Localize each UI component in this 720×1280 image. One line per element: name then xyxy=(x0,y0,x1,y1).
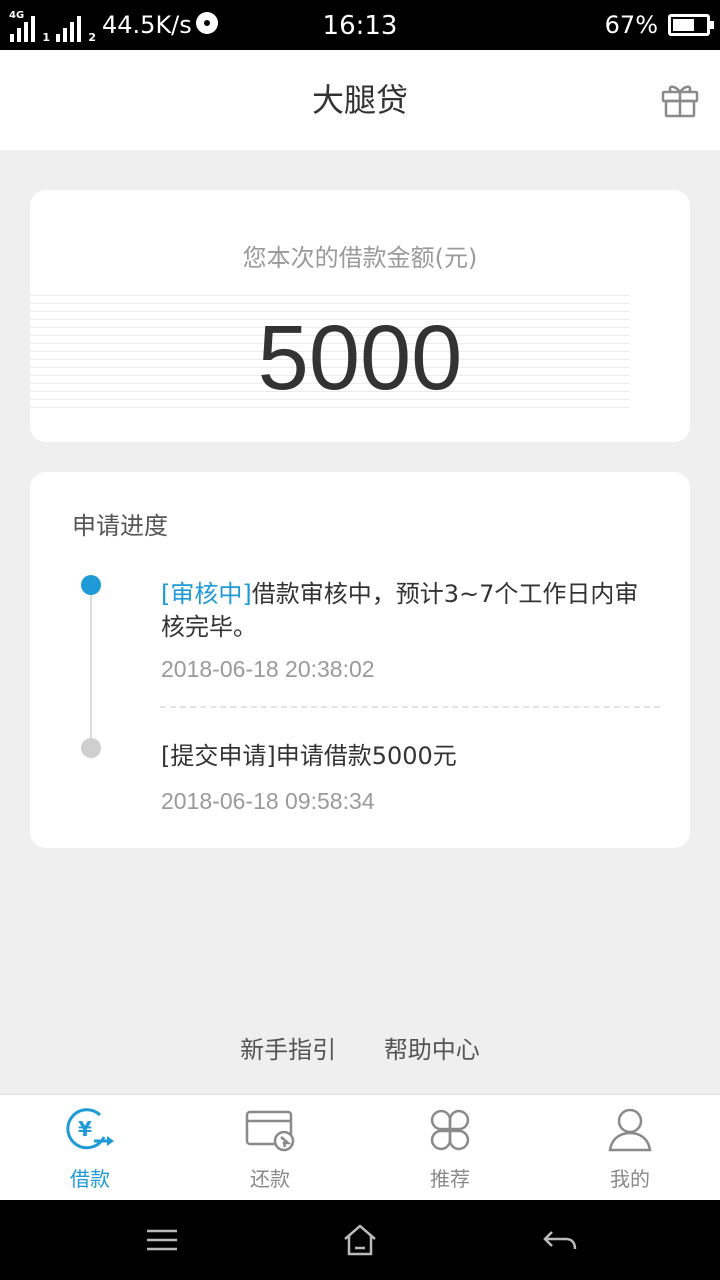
status-bar: 4G 1 2 44.5K/s 16:13 67% xyxy=(0,0,720,50)
tab-label: 我的 xyxy=(610,1167,650,1191)
menu-icon[interactable] xyxy=(144,1222,180,1258)
step-timestamp: 2018-06-18 20:38:02 xyxy=(161,656,375,682)
timeline-dot-done xyxy=(81,738,101,758)
four-circles-icon xyxy=(424,1107,476,1153)
back-icon[interactable] xyxy=(542,1222,578,1258)
tab-label: 借款 xyxy=(70,1167,110,1191)
step-description: 申请借款5000元 xyxy=(275,742,457,770)
loan-amount-value: 5000 xyxy=(257,307,463,409)
home-icon[interactable] xyxy=(342,1222,378,1258)
tab-repay[interactable]: 还款 xyxy=(180,1095,360,1200)
progress-step-submit: [提交申请]申请借款5000元 xyxy=(161,740,661,773)
timeline-line xyxy=(90,586,92,748)
step-timestamp: 2018-06-18 09:58:34 xyxy=(161,788,375,814)
card-cursor-icon xyxy=(244,1107,296,1153)
gift-icon[interactable] xyxy=(660,80,700,120)
progress-step-review: [审核中]借款审核中，预计3~7个工作日内审核完毕。 xyxy=(161,578,661,644)
application-progress-card: 申请进度 [审核中]借款审核中，预计3~7个工作日内审核完毕。 2018-06-… xyxy=(30,472,690,848)
user-icon xyxy=(604,1107,656,1153)
help-center-link[interactable]: 帮助中心 xyxy=(384,1030,480,1065)
step-divider xyxy=(160,706,660,708)
progress-title: 申请进度 xyxy=(72,512,168,540)
step-status-tag: [审核中] xyxy=(161,580,252,608)
tab-borrow[interactable]: ¥ 借款 xyxy=(0,1095,180,1200)
app-header: 大腿贷 xyxy=(0,50,720,150)
bottom-tab-bar: ¥ 借款 还款 推荐 我的 xyxy=(0,1094,720,1200)
battery-percent: 67% xyxy=(604,11,658,39)
timeline-dot-active xyxy=(81,575,101,595)
footer-links: 新手指引 帮助中心 xyxy=(0,1030,720,1065)
system-nav-bar xyxy=(0,1200,720,1280)
page-title: 大腿贷 xyxy=(311,81,408,119)
tab-label: 推荐 xyxy=(430,1167,470,1191)
newbie-guide-link[interactable]: 新手指引 xyxy=(240,1030,336,1065)
status-right: 67% xyxy=(604,0,714,50)
tab-recommend[interactable]: 推荐 xyxy=(360,1095,540,1200)
tab-label: 还款 xyxy=(250,1167,290,1191)
battery-icon xyxy=(668,14,714,36)
tab-mine[interactable]: 我的 xyxy=(540,1095,720,1200)
step-status-tag: [提交申请] xyxy=(161,742,276,770)
svg-text:¥: ¥ xyxy=(78,1117,92,1141)
yen-transfer-icon: ¥ xyxy=(64,1107,116,1153)
